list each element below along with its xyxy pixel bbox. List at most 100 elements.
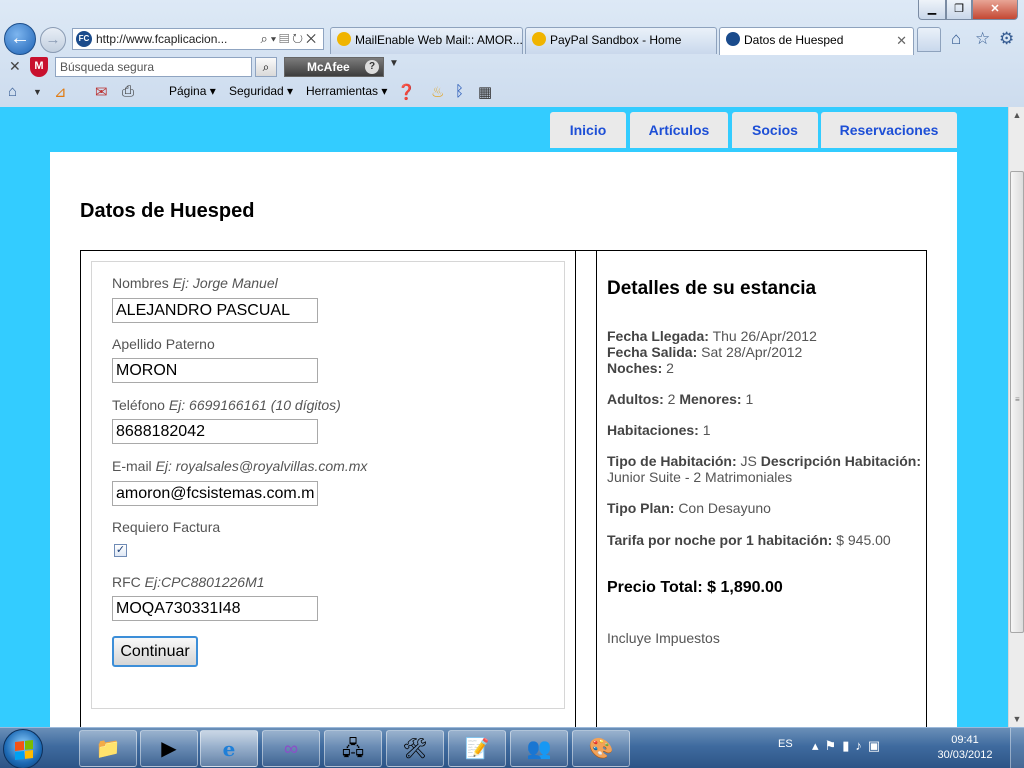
scroll-up-icon[interactable]: ▲ bbox=[1009, 107, 1024, 123]
tab-label: Datos de Huesped bbox=[744, 33, 844, 47]
nav-socios[interactable]: Socios bbox=[732, 112, 818, 148]
tab-datos-huesped[interactable]: Datos de Huesped ✕ bbox=[719, 27, 914, 55]
noches-value: 2 bbox=[666, 360, 674, 376]
menores-value: 1 bbox=[745, 391, 754, 407]
show-hidden-icon[interactable]: ▴ bbox=[812, 738, 825, 753]
media-player-taskbar-button[interactable]: ▶ bbox=[140, 730, 198, 767]
tipo-plan: Tipo Plan: Con Desayuno bbox=[607, 500, 771, 516]
grip-icon: ≡ bbox=[1015, 395, 1020, 404]
paint-taskbar-button[interactable]: 🎨 bbox=[572, 730, 630, 767]
fecha-llegada-label: Fecha Llegada: bbox=[607, 328, 709, 344]
checkmark-icon: ✓ bbox=[115, 544, 126, 556]
minimize-button[interactable]: ▁ bbox=[918, 0, 946, 20]
network-taskbar-button[interactable]: 🖧 bbox=[324, 730, 382, 767]
telefono-input[interactable] bbox=[112, 419, 318, 444]
secure-search-input[interactable]: Búsqueda segura bbox=[55, 57, 252, 77]
close-tab-icon[interactable]: ✕ bbox=[896, 28, 907, 53]
tab-paypal[interactable]: PayPal Sandbox - Home bbox=[525, 27, 717, 54]
dropdown-icon[interactable]: ▾ bbox=[271, 31, 279, 46]
nombres-input[interactable] bbox=[112, 298, 318, 323]
search-icon[interactable]: ⌕ bbox=[260, 31, 270, 46]
email-input[interactable] bbox=[112, 481, 318, 506]
apellido-input[interactable] bbox=[112, 358, 318, 383]
mcafee-dropdown-icon[interactable]: ▼ bbox=[389, 58, 399, 69]
address-bar[interactable]: FC http://www.fcaplicacion... ⌕▾▤↻✕ bbox=[72, 28, 324, 50]
explorer-taskbar-button[interactable]: 📁 bbox=[79, 730, 137, 767]
nav-articulos[interactable]: Artículos bbox=[630, 112, 728, 148]
habitaciones-value: 1 bbox=[702, 422, 711, 438]
adultos-value: 2 bbox=[667, 391, 676, 407]
ie-taskbar-button[interactable]: e bbox=[200, 730, 258, 767]
apellido-label: Apellido Paterno bbox=[112, 336, 215, 352]
system-clock[interactable]: 09:41 30/03/2012 bbox=[932, 733, 998, 763]
vertical-scrollbar[interactable]: ▲ ≡ ▼ bbox=[1008, 107, 1024, 727]
continuar-button[interactable]: Continuar bbox=[112, 636, 198, 667]
settings-gear-icon[interactable]: ⚙ bbox=[999, 29, 1014, 49]
fecha-llegada-value: Thu 26/Apr/2012 bbox=[712, 328, 817, 344]
start-button[interactable] bbox=[3, 729, 43, 768]
site-favicon-icon: FC bbox=[76, 31, 92, 47]
guest-form: Nombres Ej: Jorge Manuel Apellido Patern… bbox=[91, 261, 565, 709]
security-menu[interactable]: Seguridad ▾ bbox=[229, 84, 293, 98]
visual-studio-taskbar-button[interactable]: ∞ bbox=[262, 730, 320, 767]
telefono-label: Teléfono Ej: 6699166161 (10 dígitos) bbox=[112, 397, 341, 413]
maximize-button[interactable]: ❐ bbox=[946, 0, 972, 20]
home-icon[interactable]: ⌂ bbox=[8, 83, 17, 100]
new-tab-button[interactable] bbox=[917, 27, 941, 52]
print-icon[interactable]: ⎙ bbox=[122, 83, 134, 100]
ie-page-icon bbox=[532, 32, 546, 46]
descripcion-habitacion: Junior Suite - 2 Matrimoniales bbox=[607, 469, 793, 485]
search-go-button[interactable]: ⌕ bbox=[255, 57, 277, 77]
qr-addon-icon[interactable]: ▦ bbox=[478, 83, 492, 101]
nombres-label-text: Nombres bbox=[112, 275, 169, 291]
show-desktop-button[interactable] bbox=[1010, 728, 1024, 768]
device-icon[interactable]: ▣ bbox=[868, 738, 886, 753]
messenger-icon: 👥 bbox=[526, 738, 552, 760]
back-button[interactable]: ← bbox=[4, 23, 36, 55]
network-icon: 🖧 bbox=[341, 738, 365, 760]
language-indicator[interactable]: ES bbox=[778, 738, 793, 750]
notepad-taskbar-button[interactable]: 📝 bbox=[448, 730, 506, 767]
tools-taskbar-button[interactable]: 🛠 bbox=[386, 730, 444, 767]
help-icon[interactable]: ? bbox=[365, 60, 379, 74]
refresh-icon[interactable]: ↻ bbox=[292, 31, 306, 46]
total-label: Precio Total: bbox=[607, 579, 703, 596]
close-window-button[interactable]: ✕ bbox=[972, 0, 1018, 20]
mail-icon[interactable]: ✉ bbox=[95, 83, 108, 101]
mcafee-button[interactable]: McAfee ? bbox=[284, 57, 384, 77]
action-center-flag-icon[interactable]: ⚑ bbox=[825, 738, 843, 753]
factura-checkbox[interactable]: ✓ bbox=[114, 544, 127, 557]
page-menu-label: Página bbox=[169, 84, 207, 98]
factura-label: Requiero Factura bbox=[112, 519, 221, 535]
help-icon[interactable]: ❓ bbox=[397, 83, 416, 101]
tab-mailenable[interactable]: MailEnable Web Mail:: AMOR... bbox=[330, 27, 523, 54]
tools-menu[interactable]: Herramientas ▾ bbox=[306, 84, 387, 98]
compat-icon[interactable]: ▤ bbox=[279, 31, 292, 46]
email-label-text: E-mail bbox=[112, 458, 152, 474]
favorites-star-icon[interactable]: ☆ bbox=[975, 29, 990, 49]
rfc-input[interactable] bbox=[112, 596, 318, 621]
volume-icon[interactable]: ♪ bbox=[855, 738, 868, 753]
dropdown-icon[interactable]: ▼ bbox=[33, 87, 42, 97]
close-icon: ✕ bbox=[990, 3, 1000, 15]
page-menu[interactable]: Página ▾ bbox=[169, 84, 216, 98]
close-toolbar-icon[interactable]: ✕ bbox=[9, 58, 21, 75]
forward-button[interactable]: → bbox=[40, 27, 66, 53]
address-url[interactable]: http://www.fcaplicacion... bbox=[96, 32, 236, 46]
command-bar: ⌂ ▼ ⊿ ✉ ⎙ Página ▾ Seguridad ▾ Herramien… bbox=[0, 80, 1024, 104]
booking-panel: Nombres Ej: Jorge Manuel Apellido Patern… bbox=[80, 250, 927, 727]
mcafee-shield-icon[interactable]: M bbox=[30, 57, 48, 77]
folder-icon: 📁 bbox=[95, 738, 121, 760]
home-icon[interactable]: ⌂ bbox=[951, 29, 961, 49]
nav-inicio[interactable]: Inicio bbox=[550, 112, 626, 148]
tab-label: PayPal Sandbox - Home bbox=[550, 33, 682, 47]
bluetooth-icon[interactable]: ᛒ bbox=[455, 83, 464, 100]
java-icon[interactable]: ♨ bbox=[431, 83, 444, 101]
stop-icon[interactable]: ✕ bbox=[306, 31, 319, 46]
scroll-thumb[interactable]: ≡ bbox=[1010, 171, 1024, 633]
network-signal-icon[interactable]: ▮ bbox=[842, 738, 855, 753]
rss-feed-icon[interactable]: ⊿ bbox=[54, 83, 67, 101]
nav-reservaciones[interactable]: Reservaciones bbox=[821, 112, 957, 148]
scroll-down-icon[interactable]: ▼ bbox=[1009, 711, 1024, 727]
messenger-taskbar-button[interactable]: 👥 bbox=[510, 730, 568, 767]
